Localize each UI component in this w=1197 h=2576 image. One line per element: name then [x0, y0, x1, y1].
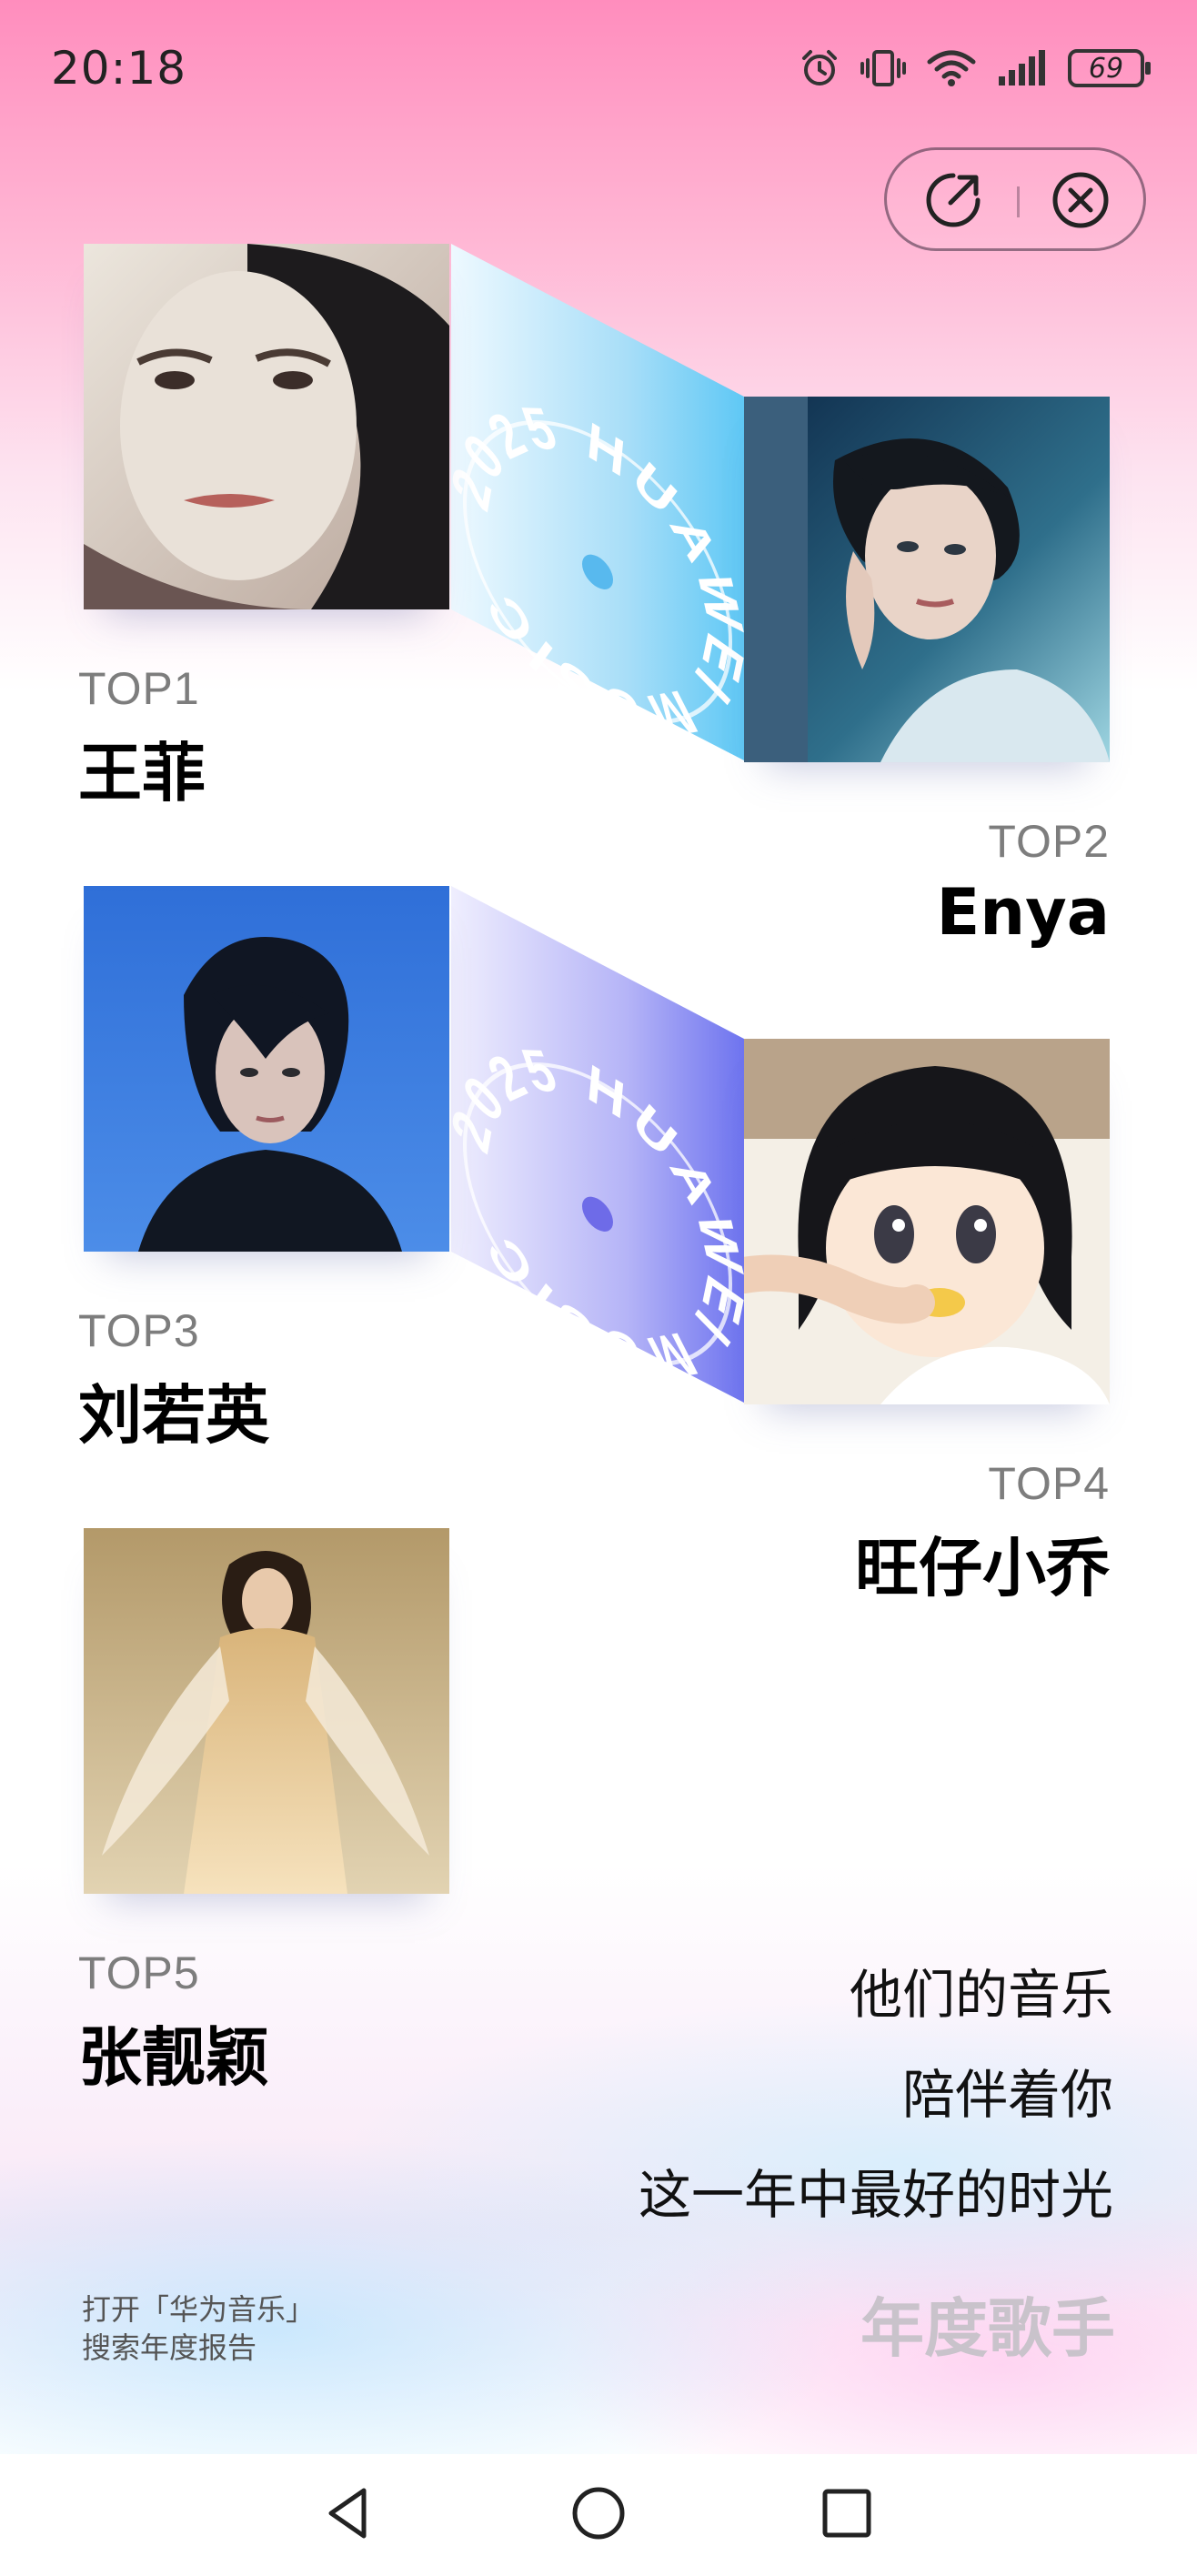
tagline-line-3: 这一年中最好的时光: [638, 2164, 1113, 2226]
wifi-icon: [927, 50, 976, 86]
signal-icon: [999, 50, 1045, 86]
artist-name-top4: 旺仔小乔: [855, 1531, 1110, 1605]
rank-label-top2: TOP2: [988, 816, 1110, 867]
share-icon[interactable]: [923, 170, 983, 230]
back-icon[interactable]: [317, 2481, 380, 2545]
footer-line-1: 打开「华为音乐」: [82, 2292, 316, 2327]
action-pill: [884, 147, 1146, 251]
tagline-line-2: 陪伴着你: [901, 2064, 1113, 2126]
tagline-line-1: 他们的音乐: [849, 1964, 1113, 2026]
footer-line-2: 搜索年度报告: [82, 2330, 257, 2365]
artist-photo-top3[interactable]: [84, 886, 449, 1252]
rank-label-top4: TOP4: [988, 1458, 1110, 1509]
music-disc-band-1: 2025 HUAWEI MUSIC: [451, 244, 744, 760]
page-title: 年度歌手: [860, 2291, 1115, 2366]
home-icon[interactable]: [567, 2481, 630, 2545]
status-time: 20:18: [51, 42, 187, 95]
status-bar: 20:18 69: [0, 0, 1197, 146]
battery-icon: 69: [1068, 49, 1151, 87]
music-disc-band-2: 2025 HUAWEI MUSIC: [451, 886, 744, 1403]
alarm-icon: [802, 50, 837, 86]
artist-name-top3: 刘若英: [78, 1378, 269, 1453]
artist-name-top2: Enya: [936, 875, 1110, 950]
recents-icon[interactable]: [815, 2481, 879, 2545]
navigation-bar: [0, 2454, 1197, 2576]
rank-label-top5: TOP5: [78, 1947, 200, 1998]
artist-photo-top4[interactable]: [744, 1039, 1110, 1404]
artist-name-top5: 张靓颖: [78, 2020, 269, 2095]
vibrate-icon: [860, 50, 906, 86]
rank-label-top3: TOP3: [78, 1305, 200, 1356]
battery-level: 69: [1088, 52, 1124, 85]
artist-photo-top1[interactable]: [84, 244, 449, 609]
artist-photo-top5[interactable]: [84, 1528, 449, 1894]
footer-note: 打开「华为音乐」 搜索年度报告: [82, 2290, 315, 2367]
close-icon[interactable]: [1051, 170, 1111, 230]
pill-divider: [1017, 186, 1020, 217]
rank-label-top1: TOP1: [78, 663, 200, 714]
artist-name-top1: 王菲: [78, 736, 206, 810]
status-icons: 69: [799, 47, 1151, 89]
artist-photo-top2[interactable]: [744, 397, 1110, 762]
